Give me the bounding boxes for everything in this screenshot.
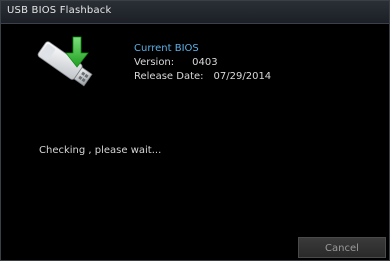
title-bar: USB BIOS Flashback [1,1,389,24]
version-value: 0403 [192,57,218,68]
cancel-button[interactable]: Cancel [298,237,386,258]
version-label: Version: [134,57,175,68]
current-bios-info: Current BIOS Version: 0403 Release Date: 0… [134,42,271,84]
version-row: Version: 0403 [134,56,271,70]
release-date-label: Release Date: [134,71,204,82]
release-date-value: 07/29/2014 [213,71,272,82]
status-message: Checking , please wait... [39,145,162,156]
current-bios-heading: Current BIOS [134,43,199,54]
release-date-row: Release Date: 07/29/2014 [134,70,271,84]
window-title: USB BIOS Flashback [7,5,112,16]
usb-flash-drive-download-icon [29,33,101,95]
bios-flashback-window: USB BIOS Flashback Current BIOS Version:… [0,0,390,261]
